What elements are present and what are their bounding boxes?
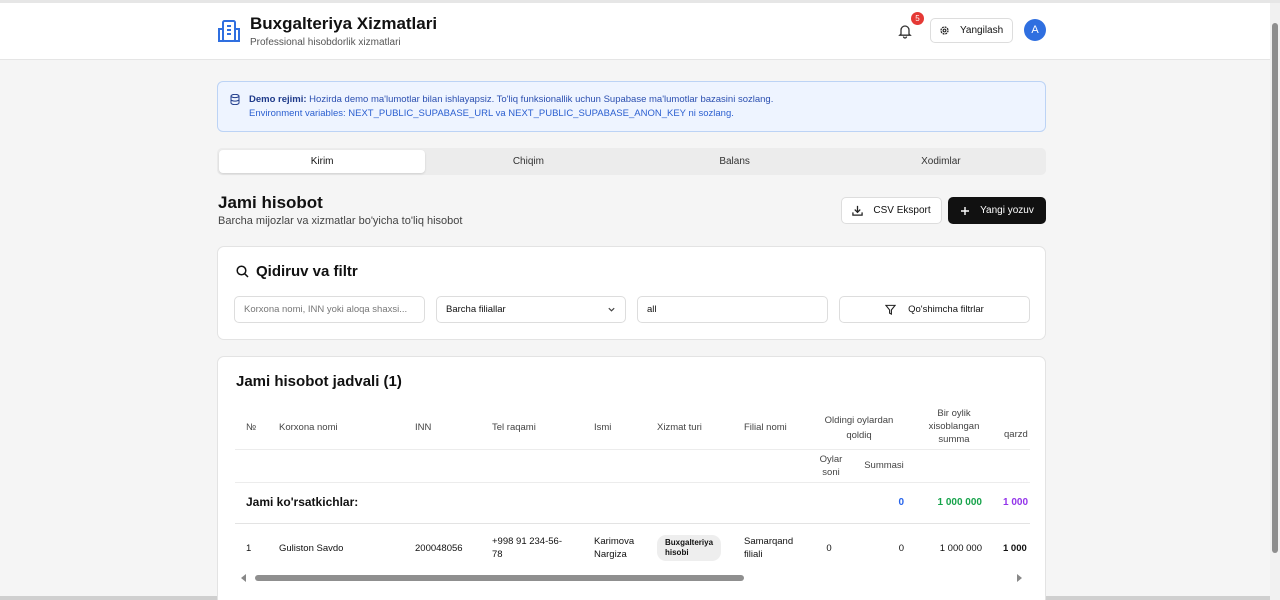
row-inn: 200048056 (415, 543, 463, 554)
col-prev-line1: Oldingi oylardan (824, 415, 894, 426)
branch-select[interactable]: Barcha filiallar (436, 296, 626, 323)
row-branch: Samarqand filiali (744, 535, 793, 561)
filter-card: Qidiruv va filtr Korxona nomi, INN yoki … (217, 246, 1046, 340)
row-phone-line2: 78 (492, 549, 503, 560)
row-debt: 1 000 (1003, 543, 1027, 554)
row-months: 0 (826, 543, 832, 554)
page-scrollbar-thumb[interactable] (1272, 23, 1278, 553)
col-branch: Filial nomi (744, 422, 787, 433)
row-sum: 0 (898, 543, 904, 554)
row-num: 1 (246, 543, 252, 554)
row-branch-line2: filiali (744, 549, 763, 560)
table-hscrollbar-thumb[interactable] (255, 575, 744, 581)
col-months-line1: Oylar (819, 454, 843, 465)
refresh-button[interactable]: Yangilash (930, 18, 1013, 43)
demo-alert: Demo rejimi: Hozirda demo ma'lumotlar bi… (217, 81, 1046, 132)
col-months-line2: soni (822, 467, 840, 478)
row-monthly: 1 000 000 (939, 543, 982, 554)
col-monthly-line2: xisoblangan (928, 421, 980, 432)
scroll-right-arrow-icon[interactable] (1017, 574, 1022, 582)
col-prev-balance: Oldingi oylardan qoldiq (814, 415, 904, 442)
building-icon (218, 20, 240, 42)
col-num: № (246, 422, 257, 433)
csv-export-label: CSV Eksport (873, 205, 931, 216)
service-badge-line2: hisobi (665, 548, 689, 557)
col-sum: Summasi (864, 460, 904, 471)
subheader-divider (235, 482, 1030, 483)
row-name-line1: Karimova (594, 536, 635, 547)
scroll-left-arrow-icon[interactable] (241, 574, 246, 582)
tab-bar: Kirim Chiqim Balans Xodimlar (217, 148, 1046, 175)
demo-alert-line1: Demo rejimi: Hozirda demo ma'lumotlar bi… (249, 94, 773, 105)
section-title: Jami hisobot (218, 193, 323, 212)
tab-chiqim[interactable]: Chiqim (425, 150, 631, 173)
plus-icon (961, 206, 970, 215)
filter-title-text: Qidiruv va filtr (256, 263, 358, 280)
table-title: Jami hisobot jadvali (1) (236, 373, 402, 390)
app-title: Buxgalteriya Xizmatlari (250, 14, 438, 33)
app-subtitle: Professional hisobdorlik xizmatlari (250, 37, 401, 48)
more-filters-label: Qo'shimcha filtrlar (908, 304, 984, 315)
row-name-line2: Nargiza (594, 549, 627, 560)
branch-select-value: Barcha filiallar (446, 304, 506, 315)
row-company: Guliston Savdo (279, 543, 344, 554)
row-phone-line1: +998 91 234-56- (492, 536, 562, 547)
new-entry-button[interactable]: Yangi yozuv (948, 197, 1046, 224)
service-badge-line1: Buxgalteriya (665, 538, 714, 547)
totals-divider (235, 523, 1030, 524)
col-phone: Tel raqami (492, 422, 536, 433)
app-header: Buxgalteriya Xizmatlari Professional his… (0, 3, 1270, 60)
tab-kirim[interactable]: Kirim (219, 150, 426, 173)
search-input[interactable]: Korxona nomi, INN yoki aloqa shaxsi... (234, 296, 425, 323)
service-badge: Buxgalteriya hisobi (657, 535, 722, 561)
col-debt: qarzd (1004, 429, 1028, 440)
col-monthly-line1: Bir oylik (937, 408, 971, 419)
totals-prev-sum: 0 (898, 497, 904, 508)
gear-icon (940, 26, 949, 35)
page-scrollbar[interactable] (1270, 3, 1280, 600)
download-icon (852, 205, 864, 216)
tab-balans[interactable]: Balans (632, 150, 838, 173)
col-monthly-line3: summa (938, 434, 970, 445)
col-company: Korxona nomi (279, 422, 338, 433)
report-table-card: Jami hisobot jadvali (1) № Korxona nomi … (217, 356, 1046, 600)
totals-monthly: 1 000 000 (937, 497, 983, 508)
chevron-down-icon (608, 307, 615, 312)
filter-title: Qidiruv va filtr (236, 263, 358, 280)
filter-icon (885, 304, 897, 315)
section-subtitle: Barcha mijozlar va xizmatlar bo'yicha to… (218, 215, 463, 227)
user-avatar[interactable]: A (1024, 19, 1046, 41)
new-entry-label: Yangi yozuv (980, 205, 1034, 216)
csv-export-button[interactable]: CSV Eksport (841, 197, 942, 224)
notification-badge: 5 (911, 12, 924, 25)
refresh-button-label: Yangilash (960, 25, 1004, 36)
col-months-count: Oylar soni (814, 454, 848, 479)
demo-alert-line2: Environment variables: NEXT_PUBLIC_SUPAB… (249, 108, 734, 119)
more-filters-button[interactable]: Qo'shimcha filtrlar (839, 296, 1030, 323)
demo-message: Hozirda demo ma'lumotlar bilan ishlayaps… (306, 94, 774, 105)
col-prev-line2: qoldiq (846, 430, 872, 441)
bell-icon[interactable] (897, 23, 913, 39)
demo-label: Demo rejimi: (249, 94, 307, 105)
totals-label: Jami ko'rsatkichlar: (246, 495, 359, 509)
col-service: Xizmat turi (657, 422, 702, 433)
row-branch-line1: Samarqand (744, 536, 794, 547)
row-phone: +998 91 234-56- 78 (492, 535, 562, 561)
status-input[interactable]: all (637, 296, 828, 323)
col-monthly: Bir oylik xisoblangan summa (914, 408, 994, 446)
row-name: Karimova Nargiza (594, 535, 634, 561)
col-inn: INN (415, 422, 432, 433)
table-hscrollbar[interactable] (235, 572, 1030, 584)
col-name: Ismi (594, 422, 612, 433)
tab-xodimlar[interactable]: Xodimlar (838, 150, 1044, 173)
totals-debt: 1 000 (1003, 497, 1029, 508)
database-icon (230, 94, 240, 105)
search-icon (236, 265, 249, 278)
header-divider (235, 449, 1030, 450)
